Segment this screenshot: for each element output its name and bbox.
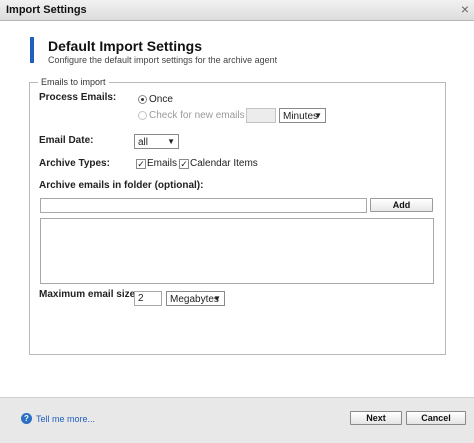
once-radio[interactable] [138, 95, 147, 104]
max-size-label: Maximum email size: [39, 289, 139, 300]
interval-input[interactable] [246, 108, 276, 123]
chevron-down-icon: ▼ [213, 294, 221, 303]
chevron-down-icon: ▼ [314, 111, 322, 120]
folder-input[interactable] [40, 198, 367, 213]
add-button[interactable]: Add [370, 198, 433, 212]
process-emails-label: Process Emails: [39, 92, 117, 103]
page-title: Default Import Settings [48, 38, 203, 54]
calendar-items-checkbox-label: Calendar Items [190, 158, 258, 169]
size-unit-select[interactable]: Megabytes ▼ [166, 291, 225, 306]
archive-folder-label: Archive emails in folder (optional): [39, 180, 204, 191]
interval-unit-value: Minutes [283, 111, 319, 122]
interval-unit-select[interactable]: Minutes ▼ [279, 108, 326, 123]
max-size-input[interactable]: 2 [134, 291, 162, 306]
email-date-select[interactable]: all ▼ [134, 134, 179, 149]
folder-list[interactable] [40, 218, 434, 284]
group-legend: Emails to import [41, 77, 106, 87]
page-subtitle: Configure the default import settings fo… [48, 55, 278, 65]
chevron-down-icon: ▼ [167, 137, 175, 146]
heading-accent [30, 37, 34, 63]
dialog-footer: ? Tell me more... Next Cancel [0, 397, 474, 443]
window-title: Import Settings [6, 4, 87, 16]
close-icon[interactable]: × [461, 2, 469, 16]
cancel-button[interactable]: Cancel [406, 411, 466, 425]
window-titlebar: Import Settings × [0, 0, 474, 21]
emails-checkbox-label: Emails [147, 158, 178, 169]
once-label: Once [149, 94, 173, 105]
email-date-value: all [138, 137, 149, 148]
email-date-label: Email Date: [39, 135, 94, 146]
dialog-content: Default Import Settings Configure the de… [0, 21, 474, 397]
next-button[interactable]: Next [350, 411, 402, 425]
help-icon[interactable]: ? [21, 413, 32, 424]
emails-checkbox[interactable]: ✓ [136, 159, 146, 169]
calendar-items-checkbox[interactable]: ✓ [179, 159, 189, 169]
tell-me-more-link[interactable]: Tell me more... [36, 414, 95, 424]
check-interval-radio[interactable] [138, 111, 147, 120]
archive-types-label: Archive Types: [39, 158, 110, 169]
size-unit-value: Megabytes [170, 294, 219, 305]
